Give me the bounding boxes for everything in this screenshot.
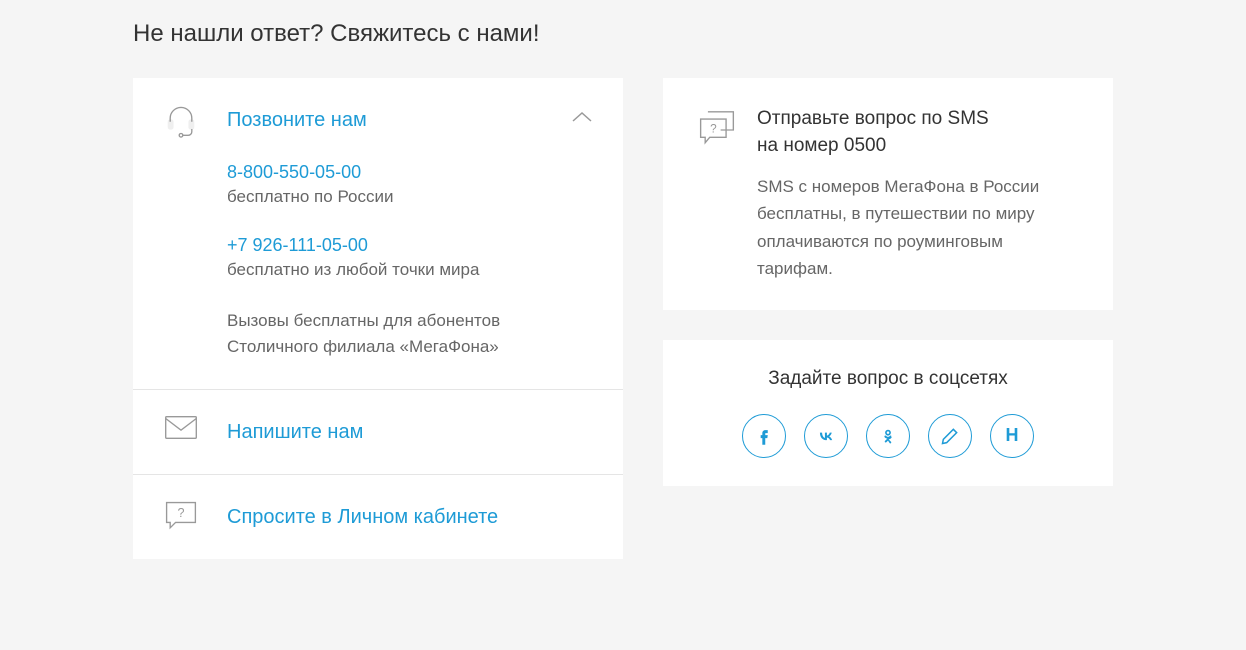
page-title: Не нашли ответ? Свяжитесь с нами! [133, 20, 1113, 48]
accordion-title-write: Напишите нам [227, 421, 363, 444]
accordion-header-call[interactable]: Позвоните нам [133, 78, 623, 162]
chevron-up-icon [571, 110, 593, 129]
phone-desc-1: бесплатно по России [227, 187, 593, 207]
call-footnote: Вызовы бесплатны для абонентов Столичног… [227, 308, 593, 359]
social-buttons-row: H [697, 414, 1079, 458]
phone-link-2[interactable]: +7 926-111-05-00 [227, 235, 593, 256]
social-title: Задайте вопрос в соцсетях [697, 368, 1079, 390]
accordion-title-ask: Спросите в Личном кабинете [227, 506, 498, 529]
social-facebook-icon[interactable] [742, 414, 786, 458]
headset-icon [163, 102, 199, 138]
svg-text:?: ? [177, 506, 184, 520]
accordion-item-call: Позвоните нам 8-800-550-05-00 бесплатно … [133, 78, 623, 390]
sms-question-icon: ? [697, 110, 737, 150]
envelope-icon [163, 414, 199, 450]
accordion-header-write[interactable]: Напишите нам [133, 390, 623, 474]
accordion-header-ask[interactable]: ? Спросите в Личном кабинете [133, 475, 623, 559]
phone-link-1[interactable]: 8-800-550-05-00 [227, 162, 593, 183]
phone-desc-2: бесплатно из любой точки мира [227, 260, 593, 280]
accordion-title-call: Позвоните нам [227, 109, 367, 132]
social-vk-icon[interactable] [804, 414, 848, 458]
sms-title: Отправьте вопрос по SMS на номер 0500 [757, 106, 1079, 159]
sms-title-line2: на номер 0500 [757, 135, 886, 156]
social-pencil-icon[interactable] [928, 414, 972, 458]
contact-accordion: Позвоните нам 8-800-550-05-00 бесплатно … [133, 78, 623, 559]
social-card: Задайте вопрос в соцсетях H [663, 340, 1113, 486]
sms-description: SMS с номеров МегаФона в России бесплатн… [757, 173, 1079, 282]
social-habr-icon[interactable]: H [990, 414, 1034, 458]
chat-question-icon: ? [163, 499, 199, 535]
sms-card: ? Отправьте вопрос по SMS на номер 0500 … [663, 78, 1113, 310]
accordion-body-call: 8-800-550-05-00 бесплатно по России +7 9… [133, 162, 623, 389]
social-ok-icon[interactable] [866, 414, 910, 458]
sms-title-line1: Отправьте вопрос по SMS [757, 108, 989, 129]
svg-text:?: ? [710, 122, 717, 136]
accordion-item-write: Напишите нам [133, 390, 623, 475]
accordion-item-ask: ? Спросите в Личном кабинете [133, 475, 623, 559]
